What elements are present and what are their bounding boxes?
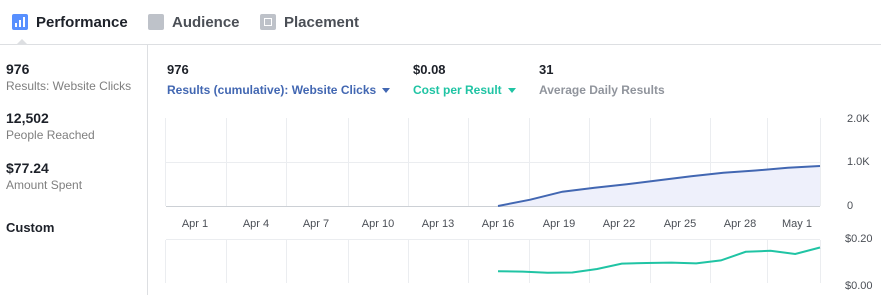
y-tick-label: 0 [847, 200, 853, 212]
x-tick-label: Apr 19 [543, 218, 575, 230]
x-tick-label: Apr 22 [603, 218, 635, 230]
x-tick-label: Apr 25 [664, 218, 696, 230]
cost-line [497, 246, 821, 274]
x-tick-label: Apr 13 [422, 218, 454, 230]
x-tick-label: Apr 1 [182, 218, 208, 230]
x-tick-label: May 1 [782, 218, 812, 230]
y-tick-label: 1.0K [847, 156, 870, 168]
y-tick-label: 2.0K [847, 113, 870, 125]
x-tick-label: Apr 7 [303, 218, 329, 230]
x-tick-label: Apr 28 [724, 218, 756, 230]
results-area [498, 166, 820, 206]
y-tick-label: $0.00 [845, 280, 873, 292]
x-tick-label: Apr 16 [482, 218, 514, 230]
performance-chart: Apr 1 Apr 4 Apr 7 Apr 10 Apr 13 Apr 16 Apr 19 A… [165, 113, 873, 292]
x-tick-label: Apr 10 [362, 218, 394, 230]
x-tick-label: Apr 4 [243, 218, 269, 230]
y-tick-label: $0.20 [845, 233, 873, 245]
